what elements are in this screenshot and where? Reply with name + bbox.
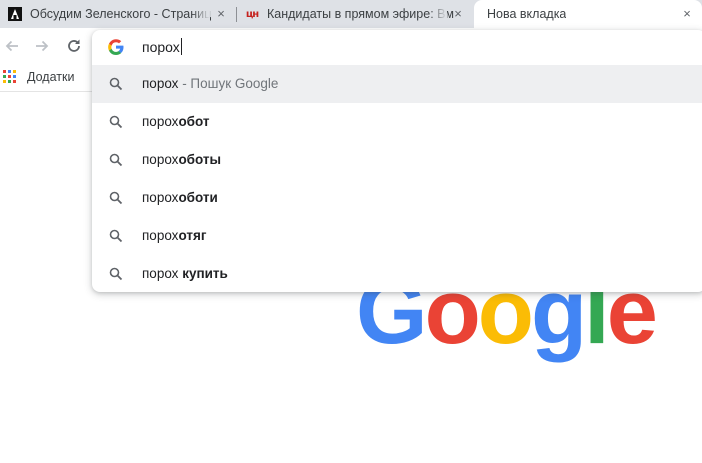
close-tab-icon[interactable]: × <box>451 7 465 21</box>
address-bar[interactable]: порох <box>92 30 702 64</box>
omnibox-value: порох <box>142 39 180 55</box>
tab-new-tab[interactable]: Нова вкладка × <box>474 0 702 28</box>
suggestion-text: порохоботы <box>142 152 221 167</box>
search-icon <box>109 115 123 129</box>
suggestion-item[interactable]: порохоботы <box>92 141 702 179</box>
suggestion-completion: обот <box>178 114 210 129</box>
tab-title: Обсудим Зеленского - Страниц <box>30 7 212 21</box>
apps-label: Додатки <box>27 70 75 84</box>
tab-strip: Обсудим Зеленского - Страниц × цн Кандид… <box>0 0 702 28</box>
suggestion-typed: порох <box>142 266 179 281</box>
suggestion-text: порохобот <box>142 114 210 129</box>
google-g-icon <box>108 39 124 55</box>
suggestion-typed: порох <box>142 114 179 129</box>
search-icon <box>109 77 123 91</box>
tsn-favicon-icon: цн <box>245 8 259 20</box>
suggestion-typed: порох <box>142 152 179 167</box>
search-icon <box>109 229 123 243</box>
search-icon <box>109 153 123 167</box>
tab-title: Нова вкладка <box>487 7 567 21</box>
tab-title: Кандидаты в прямом эфире: Вм <box>267 7 454 21</box>
suggestion-completion: купить <box>178 266 228 281</box>
suggestion-item[interactable]: порохотяг <box>92 217 702 255</box>
suggestion-text: порохоботи <box>142 190 218 205</box>
suggestion-text: порох - Пошук Google <box>142 76 278 91</box>
suggestion-item[interactable]: порохобот <box>92 103 702 141</box>
suggestion-completion: оботы <box>178 152 222 167</box>
forward-button[interactable] <box>32 36 52 56</box>
tab-title-fade <box>429 0 447 28</box>
close-tab-icon[interactable]: × <box>214 7 228 21</box>
suggestion-search-google[interactable]: порох - Пошук Google <box>92 65 702 103</box>
reload-icon <box>68 39 80 52</box>
search-icon <box>109 267 123 281</box>
suggestion-list: порох - Пошук Google порохобот порохобот… <box>92 65 702 293</box>
apps-grid-icon <box>3 70 17 84</box>
suggestion-item[interactable]: порох купить <box>92 255 702 293</box>
suggestion-text: порох купить <box>142 266 228 281</box>
apps-shortcut[interactable]: Додатки <box>3 70 74 84</box>
suggestion-typed: порох <box>142 190 179 205</box>
suggestion-completion: оботи <box>178 190 218 205</box>
suggestion-suffix: - Пошук Google <box>178 76 279 91</box>
tab-title-fade <box>192 0 210 28</box>
suggestion-item[interactable]: порохоботи <box>92 179 702 217</box>
forward-arrow-icon <box>36 40 49 52</box>
tab-zelensky-discussion[interactable]: Обсудим Зеленского - Страниц × <box>0 0 236 28</box>
text-caret <box>180 38 182 55</box>
tab-candidates-live[interactable]: цн Кандидаты в прямом эфире: Вм × <box>237 0 473 28</box>
omnibox-input[interactable]: порох <box>142 38 182 55</box>
suggestion-typed: порох <box>142 76 179 91</box>
suggestion-text: порохотяг <box>142 228 206 243</box>
reload-button[interactable] <box>64 36 84 56</box>
close-tab-icon[interactable]: × <box>680 7 694 21</box>
search-icon <box>109 191 123 205</box>
suggestion-completion: отяг <box>178 228 207 243</box>
suggestion-typed: порох <box>142 228 179 243</box>
back-arrow-icon <box>5 40 18 52</box>
omnibox-dropdown: порох порох - Пошук Google порохобот пор… <box>92 30 702 292</box>
back-button[interactable] <box>2 36 22 56</box>
news-site-favicon-icon <box>8 7 22 21</box>
